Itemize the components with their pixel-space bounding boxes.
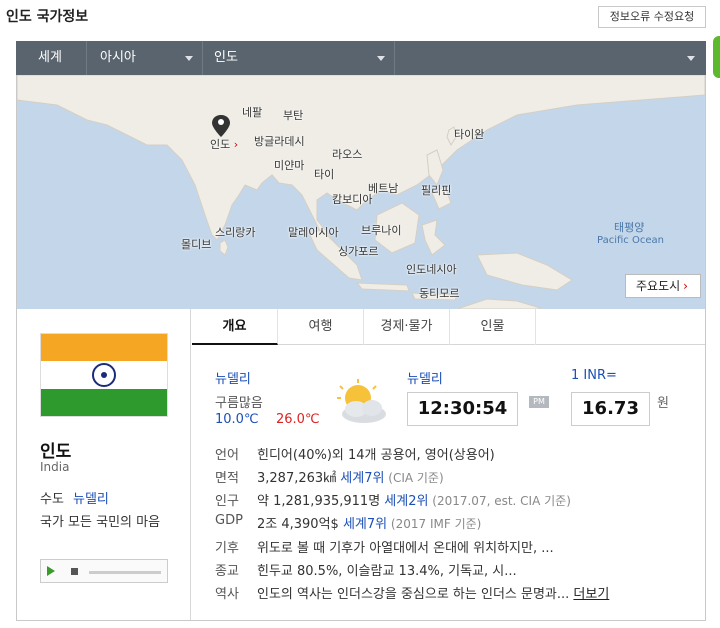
india-flag <box>40 333 168 417</box>
map-label-philippines[interactable]: 필리핀 <box>421 182 451 198</box>
map-label-pacific: 태평양 <box>614 221 645 234</box>
rank-link[interactable]: 세계7위 <box>340 471 384 486</box>
map-label-bhutan[interactable]: 부탄 <box>283 107 303 123</box>
info-value: 2조 4,390억$ 세계7위 (2017 IMF 기준) <box>257 517 482 532</box>
country-name-en: India <box>40 460 70 474</box>
map-label-maldives[interactable]: 몰디브 <box>181 236 211 252</box>
info-value: 약 1,281,935,911명 세계2위 (2017.07, est. CIA… <box>257 494 571 509</box>
map-label-indonesia[interactable]: 인도네시아 <box>406 261 457 277</box>
rank-link[interactable]: 세계2위 <box>384 494 428 509</box>
map-label-laos[interactable]: 라오스 <box>332 146 362 162</box>
stop-icon[interactable] <box>71 568 78 575</box>
breadcrumb-divider <box>202 41 203 75</box>
rank-link[interactable]: 세계7위 <box>343 517 387 532</box>
title-bar: 인도 국가정보 정보오류 수정요청 <box>0 0 720 32</box>
map-label-nepal[interactable]: 네팔 <box>242 104 262 120</box>
weather-low: 10.0℃ <box>215 412 259 427</box>
page-title: 인도 국가정보 <box>6 9 89 25</box>
breadcrumb-divider <box>86 41 87 75</box>
flag-band-green <box>41 389 167 416</box>
info-key: 언어 <box>215 448 239 463</box>
info-value: 3,287,263㎢ 세계7위 (CIA 기준) <box>257 471 444 486</box>
info-key: 기후 <box>215 541 239 556</box>
tab-overview[interactable]: 개요 <box>192 309 278 345</box>
map-label-cambodia[interactable]: 캄보디아 <box>332 191 372 207</box>
breadcrumb-india[interactable]: 인도 <box>214 41 238 75</box>
map-label-thailand[interactable]: 타이 <box>314 166 334 182</box>
ampm-badge: PM <box>529 396 549 408</box>
info-key: 면적 <box>215 471 239 486</box>
local-time: 12:30:54 <box>407 392 518 426</box>
ashoka-chakra-icon <box>92 363 116 387</box>
anthem-player <box>40 559 168 583</box>
map-label-srilanka[interactable]: 스리랑카 <box>215 224 255 240</box>
flag-band-saffron <box>41 334 167 361</box>
info-value: 인도의 역사는 인더스강을 중심으로 하는 인더스 문명과... 더보기 <box>257 587 610 602</box>
map-label-vietnam[interactable]: 베트남 <box>368 180 398 196</box>
currency-rate: 16.73 <box>571 392 650 426</box>
partly-cloudy-icon <box>337 379 386 423</box>
info-tabs: 개요 여행 경제·물가 인물 <box>192 309 705 345</box>
weather-condition: 구름많음 <box>215 396 263 411</box>
progress-track[interactable] <box>89 571 161 574</box>
breadcrumb-world[interactable]: 세계 <box>38 41 62 75</box>
weather-high: 26.0℃ <box>276 412 320 427</box>
currency-label[interactable]: 1 INR= <box>571 368 617 383</box>
chevron-down-icon[interactable] <box>185 56 193 61</box>
map-label-malaysia[interactable]: 말레이시아 <box>288 224 339 240</box>
currency-unit: 원 <box>657 396 669 411</box>
info-key: 종교 <box>215 564 239 579</box>
info-value-link[interactable]: 힌디어(40%)외 14개 공용어, 영어(상용어) <box>257 444 495 463</box>
tab-economy[interactable]: 경제·물가 <box>364 309 450 345</box>
map-label-easttimor[interactable]: 동티모르 <box>419 285 459 301</box>
capital-link[interactable]: 뉴델리 <box>73 488 109 507</box>
map-label-pacific-en: Pacific Ocean <box>597 235 664 246</box>
breadcrumb-divider <box>394 41 395 75</box>
info-key: 인구 <box>215 494 239 509</box>
map-label-india[interactable]: 인도 › <box>210 136 238 152</box>
tab-people[interactable]: 인물 <box>450 309 536 345</box>
chevron-down-icon[interactable] <box>687 56 695 61</box>
anthem-title: 국가 모든 국민의 마음 <box>40 515 161 530</box>
major-cities-button[interactable]: 주요도시 › <box>625 274 701 298</box>
breadcrumb-asia[interactable]: 아시아 <box>100 41 136 75</box>
map-label-bangladesh[interactable]: 방글라데시 <box>254 133 305 149</box>
weather-city[interactable]: 뉴델리 <box>215 368 251 387</box>
info-value-link[interactable]: 힌두교 80.5%, 이슬람교 13.4%, 기독교, 시... <box>257 560 517 579</box>
time-city[interactable]: 뉴델리 <box>407 368 443 387</box>
chevron-down-icon[interactable] <box>377 56 385 61</box>
info-key: GDP <box>215 513 243 528</box>
country-summary: 인도 India 수도 뉴델리 국가 모든 국민의 마음 <box>17 309 191 620</box>
map-label-myanmar[interactable]: 미얀마 <box>274 157 304 173</box>
map-label-taiwan[interactable]: 타이완 <box>454 126 484 142</box>
breadcrumb: 세계 아시아 인도 <box>16 41 706 75</box>
info-value-link[interactable]: 위도로 볼 때 기후가 아열대에서 온대에 위치하지만, ... <box>257 537 554 556</box>
info-key: 역사 <box>215 587 239 602</box>
map-label-brunei[interactable]: 브루나이 <box>361 222 401 238</box>
tab-travel[interactable]: 여행 <box>278 309 364 345</box>
map-label-singapore[interactable]: 싱가포르 <box>338 243 378 259</box>
country-name: 인도 <box>40 442 72 462</box>
play-icon[interactable] <box>47 566 55 576</box>
capital-label: 수도 <box>40 492 64 507</box>
report-error-button[interactable]: 정보오류 수정요청 <box>598 6 706 28</box>
side-tab[interactable] <box>713 36 720 78</box>
region-map[interactable]: 네팔 부탄 인도 › 방글라데시 미얀마 라오스 타이완 타이 베트남 필리핀 … <box>17 75 705 309</box>
more-link[interactable]: 더보기 <box>573 587 609 602</box>
